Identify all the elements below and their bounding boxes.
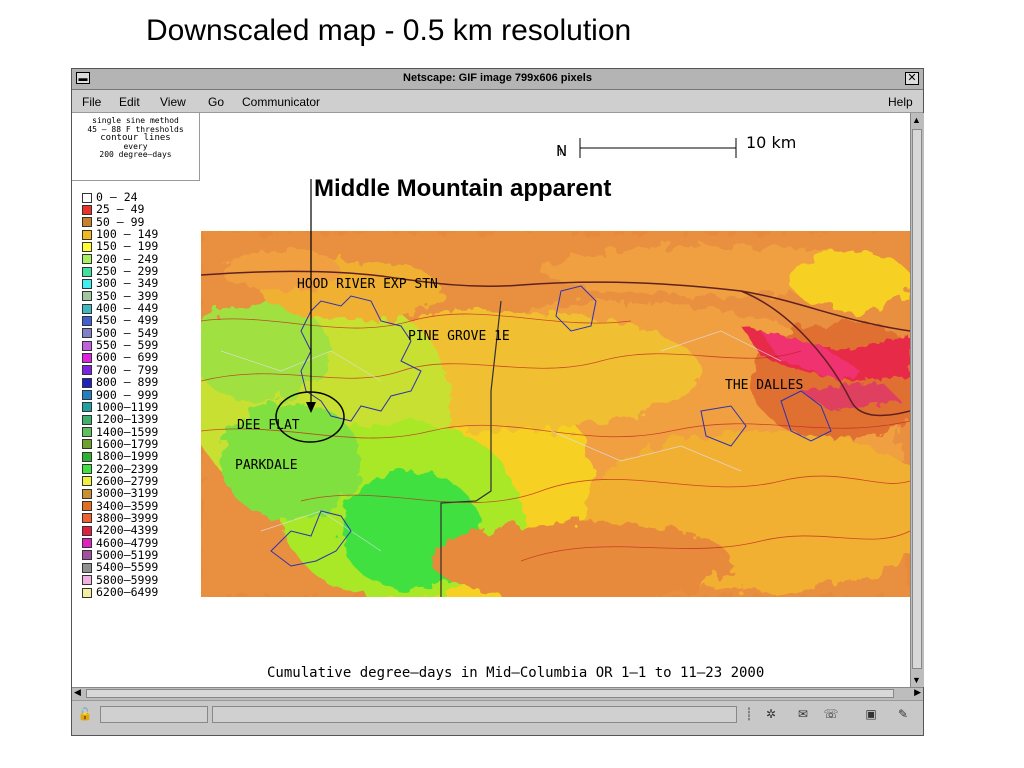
window-title: Netscape: GIF image 799x606 pixels (403, 72, 592, 84)
menu-view[interactable]: View (160, 95, 186, 109)
menu-communicator[interactable]: Communicator (242, 95, 320, 109)
navigator-icon[interactable]: ✲ (762, 706, 780, 722)
close-icon[interactable]: ✕ (905, 72, 919, 85)
slide-title: Downscaled map - 0.5 km resolution (146, 14, 632, 47)
mail-icon[interactable]: ✉ (794, 706, 812, 722)
window-titlebar[interactable]: ▬ Netscape: GIF image 799x606 pixels ✕ (72, 69, 923, 90)
menu-edit[interactable]: Edit (119, 95, 140, 109)
composer-icon[interactable]: ▣ (862, 706, 880, 722)
status-field-progress (100, 706, 208, 723)
scroll-right-icon[interactable]: ▶ (914, 687, 921, 698)
image-content: single sine method 45 – 88 F thresholds … (72, 113, 910, 687)
scroll-up-icon[interactable]: ▲ (912, 115, 921, 125)
status-bar: 🔓 ┊ ✲ ✉ ☏ ▣ ✎ (72, 700, 923, 727)
callout-text: Middle Mountain apparent (314, 175, 612, 202)
security-lock-icon[interactable]: 🔓 (76, 706, 94, 722)
scroll-left-icon[interactable]: ◀ (74, 687, 81, 698)
menu-help[interactable]: Help (888, 95, 913, 109)
browser-window: ▬ Netscape: GIF image 799x606 pixels ✕ F… (71, 68, 924, 736)
edit-icon[interactable]: ✎ (894, 706, 912, 722)
map-caption: Cumulative degree–days in Mid–Columbia O… (267, 665, 765, 681)
discussion-icon[interactable]: ☏ (822, 706, 840, 722)
menu-file[interactable]: File (82, 95, 101, 109)
menu-go[interactable]: Go (208, 95, 224, 109)
status-field-message (212, 706, 737, 723)
scroll-down-icon[interactable]: ▼ (912, 675, 921, 685)
vertical-scrollbar[interactable]: ▲ ▼ (910, 113, 924, 687)
horizontal-scrollbar[interactable]: ◀ ▶ (72, 687, 923, 700)
vertical-scroll-thumb[interactable] (912, 129, 922, 669)
menu-bar: File Edit View Go Communicator Help (72, 90, 923, 113)
grip-icon: ┊ (745, 707, 753, 721)
horizontal-scroll-thumb[interactable] (86, 689, 894, 698)
